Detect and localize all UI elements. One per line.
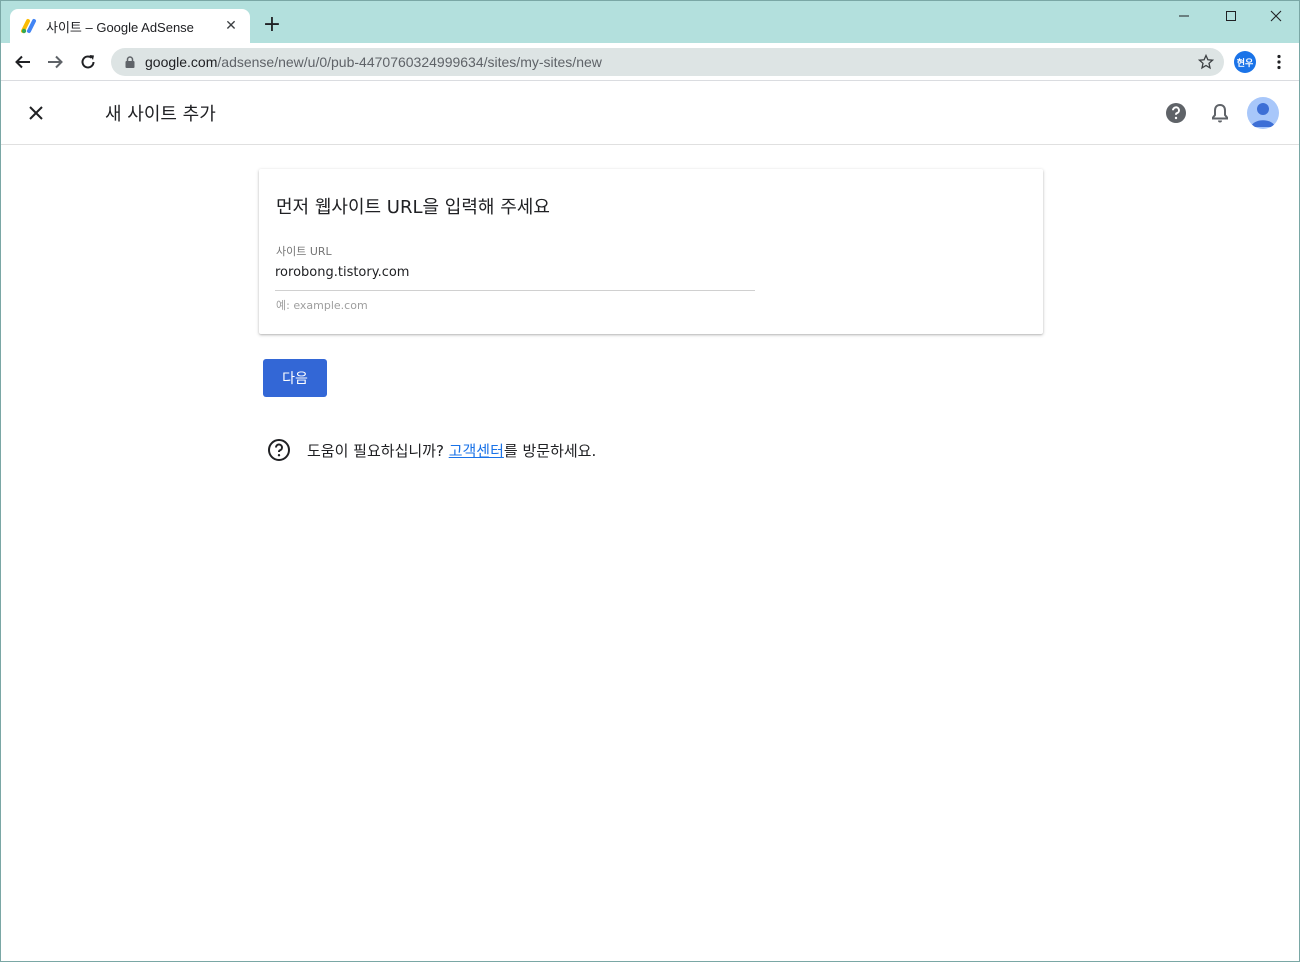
question-circle-icon: [268, 439, 290, 461]
site-url-input[interactable]: [275, 261, 755, 291]
url-text: google.com/adsense/new/u/0/pub-447076032…: [145, 54, 602, 70]
new-tab-icon[interactable]: +: [261, 14, 283, 36]
help-row: 도움이 필요하십니까? 고객센터를 방문하세요.: [267, 438, 596, 462]
forward-icon[interactable]: [43, 50, 67, 74]
site-url-card: 먼저 웹사이트 URL을 입력해 주세요 사이트 URL 예: example.…: [259, 169, 1043, 334]
notifications-bell-icon[interactable]: [1206, 99, 1234, 127]
close-icon[interactable]: [23, 100, 49, 126]
lock-icon: [125, 56, 135, 68]
site-url-hint: 예: example.com: [276, 299, 368, 312]
browser-titlebar: 사이트 – Google AdSense ✕ +: [1, 1, 1299, 43]
address-bar[interactable]: google.com/adsense/new/u/0/pub-447076032…: [111, 48, 1224, 76]
help-text: 도움이 필요하십니까? 고객센터를 방문하세요.: [307, 440, 596, 461]
url-host: google.com: [145, 54, 218, 70]
help-suffix: 를 방문하세요.: [503, 441, 597, 460]
help-prefix: 도움이 필요하십니까?: [307, 441, 449, 460]
window-close-icon[interactable]: [1253, 5, 1299, 27]
reload-icon[interactable]: [76, 50, 100, 74]
maximize-icon[interactable]: [1208, 5, 1254, 27]
browser-window: 사이트 – Google AdSense ✕ + google.com/adse…: [0, 0, 1300, 962]
tab-title: 사이트 – Google AdSense: [46, 19, 194, 35]
back-icon[interactable]: [11, 50, 35, 74]
menu-kebab-icon[interactable]: [1269, 51, 1289, 73]
page-title: 새 사이트 추가: [105, 104, 216, 125]
close-tab-icon[interactable]: ✕: [222, 18, 240, 34]
card-title: 먼저 웹사이트 URL을 입력해 주세요: [276, 197, 550, 218]
bookmark-star-icon[interactable]: [1198, 54, 1214, 70]
browser-tab[interactable]: 사이트 – Google AdSense ✕: [10, 9, 250, 43]
url-path: /adsense/new/u/0/pub-4470760324999634/si…: [217, 54, 602, 70]
site-url-label: 사이트 URL: [276, 245, 332, 258]
next-button[interactable]: 다음: [263, 359, 327, 397]
help-center-link[interactable]: 고객센터: [449, 442, 504, 460]
adsense-favicon: [21, 19, 36, 34]
profile-chip[interactable]: 현우: [1234, 51, 1256, 73]
app-header: 새 사이트 추가: [1, 81, 1299, 145]
help-icon[interactable]: [1162, 99, 1190, 127]
browser-toolbar: google.com/adsense/new/u/0/pub-447076032…: [1, 43, 1299, 81]
minimize-icon[interactable]: [1161, 5, 1207, 27]
account-avatar[interactable]: [1247, 97, 1279, 129]
